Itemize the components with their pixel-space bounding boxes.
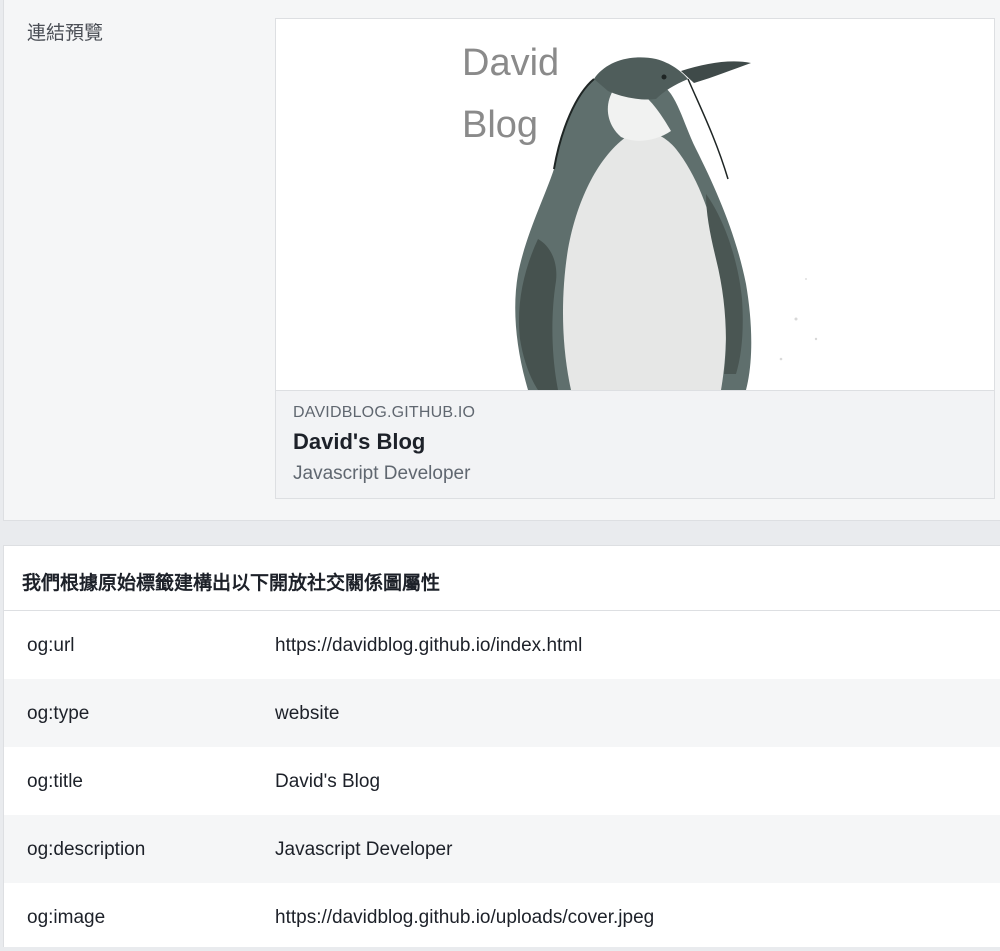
- og-row-url: og:url https://davidblog.github.io/index…: [4, 611, 1000, 679]
- og-key: og:type: [27, 703, 90, 724]
- penguin-illustration: David Blog: [276, 19, 994, 390]
- cover-text-line2: Blog: [462, 104, 538, 146]
- card-cover-image: David Blog: [276, 19, 994, 390]
- og-value: https://davidblog.github.io/index.html: [275, 635, 583, 656]
- card-description: Javascript Developer: [293, 463, 471, 484]
- og-row-description: og:description Javascript Developer: [4, 815, 1000, 883]
- og-row-title: og:title David's Blog: [4, 747, 1000, 815]
- og-value: Javascript Developer: [275, 839, 453, 860]
- link-preview-label: 連結預覽: [27, 23, 104, 44]
- cover-text-line1: David: [462, 42, 559, 84]
- card-domain: DAVIDBLOG.GITHUB.IO: [293, 404, 476, 421]
- og-properties-panel: 我們根據原始標籤建構出以下開放社交關係圖屬性 og:url https://da…: [3, 545, 1000, 947]
- link-preview-panel: 連結預覽 David Blog DAVIDBLOG.GITHUB.IO Davi…: [3, 0, 1000, 521]
- og-properties-table: og:url https://davidblog.github.io/index…: [4, 611, 1000, 951]
- card-title[interactable]: David's Blog: [293, 429, 425, 455]
- og-value: website: [275, 703, 340, 724]
- og-value: https://davidblog.github.io/uploads/cove…: [275, 907, 655, 928]
- card-meta: DAVIDBLOG.GITHUB.IO David's Blog Javascr…: [276, 390, 994, 498]
- og-value: David's Blog: [275, 771, 381, 792]
- og-key: og:url: [27, 635, 75, 656]
- og-key: og:description: [27, 839, 146, 860]
- link-preview-card[interactable]: David Blog DAVIDBLOG.GITHUB.IO David's B…: [275, 18, 995, 499]
- og-key: og:image: [27, 907, 106, 928]
- og-properties-heading: 我們根據原始標籤建構出以下開放社交關係圖屬性: [22, 573, 441, 594]
- og-row-image: og:image https://davidblog.github.io/upl…: [4, 883, 1000, 951]
- og-row-type: og:type website: [4, 679, 1000, 747]
- og-key: og:title: [27, 771, 83, 792]
